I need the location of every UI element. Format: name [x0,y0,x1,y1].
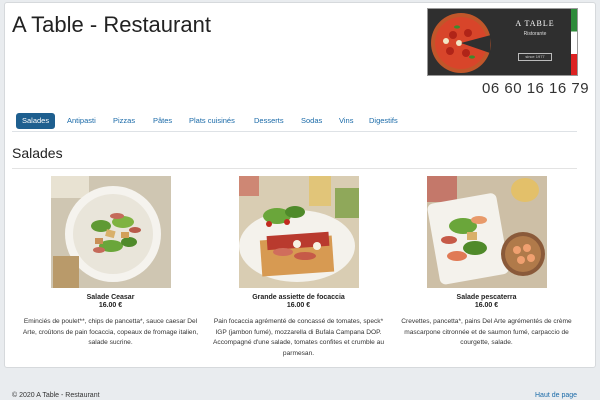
tab-vins[interactable]: Vins [339,113,353,129]
tab-plats-cuisines[interactable]: Plats cuisinés [189,113,235,129]
logo-subtitle: Ristorante [523,31,547,37]
menu-item-grande-assiette: Grande assiette de focaccia 16.00 € Pain… [206,176,391,359]
page-title: A Table - Restaurant [12,12,211,37]
italian-flag-stripe [571,9,577,75]
salade-pescaterra-photo [426,176,547,288]
tab-pates[interactable]: Pâtes [153,113,172,129]
back-to-top-link[interactable]: Haut de page [535,392,577,399]
restaurant-logo: A TABLE Ristorante since 1977 [427,8,578,76]
item-name: Salade pescaterra [456,294,517,301]
item-price: 16.00 € [286,302,311,309]
item-price: 16.00 € [474,302,499,309]
footer-copyright: © 2020 A Table - Restaurant [12,392,100,399]
item-price: 16.00 € [98,302,123,309]
phone-number: 06 60 16 16 79 [482,80,590,97]
logo-badge: since 1977 [518,53,552,61]
item-name: Salade Ceasar [86,294,135,301]
tab-sodas[interactable]: Sodas [301,113,322,129]
item-description: Pain focaccia agrémenté de concassé de t… [213,318,384,357]
menu-tabs: Salades Antipasti Pizzas Pâtes Plats cui… [12,110,577,132]
tab-antipasti[interactable]: Antipasti [67,113,96,129]
item-description: Eminciés de poulet**, chips de pancetta*… [22,318,199,346]
salade-ceasar-photo [50,176,171,288]
item-name: Grande assiette de focaccia [252,294,345,301]
logo-brand: A TABLE [515,19,555,28]
section-divider [12,168,577,169]
tab-digestifs[interactable]: Digestifs [369,113,398,129]
tab-pizzas[interactable]: Pizzas [113,113,135,129]
item-description: Crevettes, pancetta*, pains Del Arte agr… [401,318,572,346]
section-title: Salades [12,145,63,161]
tab-desserts[interactable]: Desserts [254,113,284,129]
menu-item-salade-pescaterra: Salade pescaterra 16.00 € Crevettes, pan… [394,176,579,349]
grande-assiette-photo [238,176,359,288]
tab-salades[interactable]: Salades [16,113,56,129]
menu-item-salade-ceasar: Salade Ceasar 16.00 € Eminciés de poulet… [18,176,203,349]
pizza-image [431,13,491,73]
